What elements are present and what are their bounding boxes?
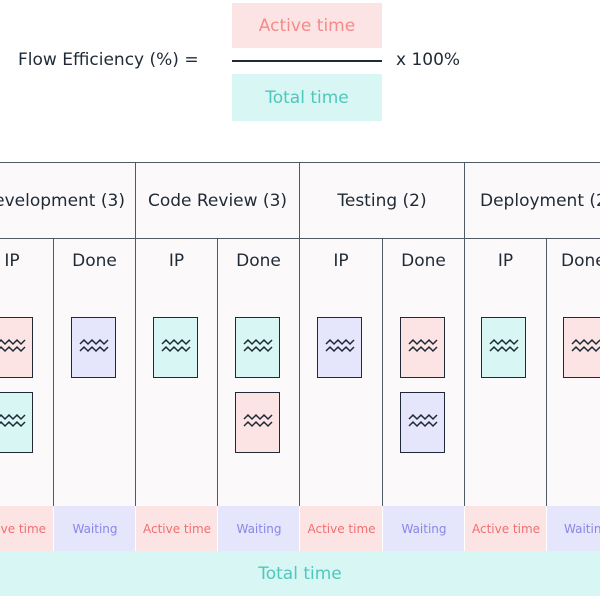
subheader-deployment-done: Done [546,238,600,284]
stage-header-code-review: Code Review (3) [135,162,300,239]
band-active-time: Active time [0,506,54,551]
document-icon [489,338,519,353]
document-icon [161,338,191,353]
stage-header-development: Development (3) [0,162,136,239]
band-waiting: Waiting [382,506,465,551]
task-card[interactable] [235,392,280,453]
task-card[interactable] [400,392,445,453]
band-waiting: Waiting [53,506,136,551]
document-icon [243,338,273,353]
subheader-code-review-ip: IP [135,238,218,284]
band-active-time: Active time [299,506,383,551]
formula-numerator: Active time [232,3,382,48]
document-icon [325,338,355,353]
subheader-development-done: Done [53,238,136,284]
task-card[interactable] [0,317,33,378]
document-icon [408,413,438,428]
stage-header-deployment: Deployment (2) [464,162,600,239]
task-card[interactable] [563,317,600,378]
document-icon [571,338,600,353]
total-time-bar: Total time [0,551,600,596]
band-active-time: Active time [464,506,547,551]
formula-multiplier: x 100% [396,50,461,70]
task-card[interactable] [317,317,362,378]
task-card[interactable] [153,317,198,378]
formula-denominator: Total time [232,74,382,121]
band-waiting: Waiting [217,506,300,551]
subheader-testing-done: Done [382,238,465,284]
task-card[interactable] [71,317,116,378]
document-icon [0,338,26,353]
task-card[interactable] [400,317,445,378]
document-icon [408,338,438,353]
fraction-line [232,60,382,62]
subheader-deployment-ip: IP [464,238,547,284]
task-card[interactable] [235,317,280,378]
document-icon [79,338,109,353]
formula-label: Flow Efficiency (%) = [18,50,199,70]
task-card[interactable] [0,392,33,453]
subheader-development-ip: IP [0,238,54,284]
task-card[interactable] [481,317,526,378]
subheader-testing-ip: IP [299,238,383,284]
stage-header-testing: Testing (2) [299,162,465,239]
document-icon [0,413,26,428]
subheader-code-review-done: Done [217,238,300,284]
document-icon [243,413,273,428]
band-waiting: Waiting [546,506,600,551]
band-active-time: Active time [135,506,218,551]
